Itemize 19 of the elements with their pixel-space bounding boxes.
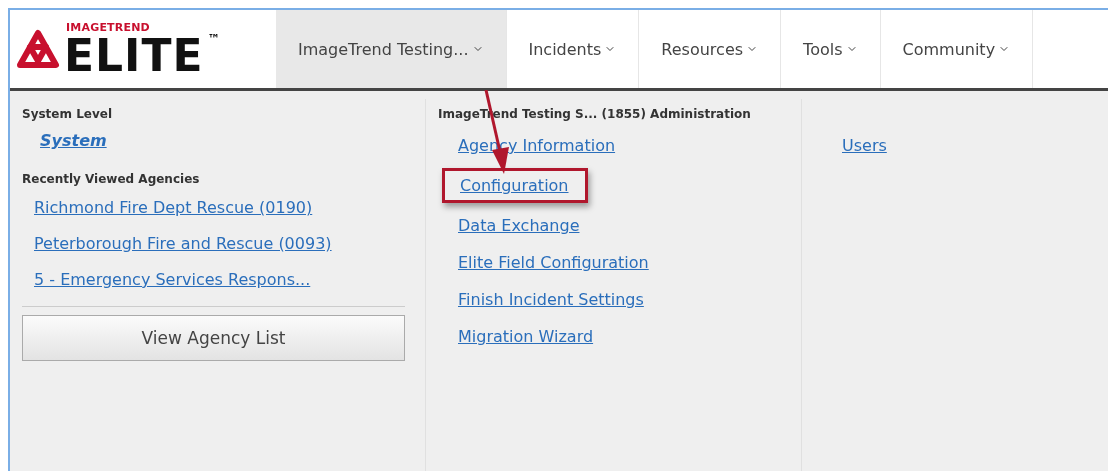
admin-link[interactable]: Migration Wizard	[458, 327, 594, 346]
admin-link[interactable]: Data Exchange	[458, 216, 580, 235]
logo[interactable]: IMAGETREND ELITE™	[10, 10, 276, 88]
admin-link[interactable]: Finish Incident Settings	[458, 290, 644, 309]
nav-menu-item[interactable]: ImageTrend Testing...	[276, 10, 507, 88]
logo-icon	[16, 29, 60, 69]
admin-link[interactable]: Elite Field Configuration	[458, 253, 649, 272]
agency-link[interactable]: Peterborough Fire and Rescue (0093)	[34, 234, 332, 253]
view-agency-list-button[interactable]: View Agency List	[22, 315, 405, 361]
trademark: ™	[207, 32, 220, 46]
agency-link[interactable]: Richmond Fire Dept Rescue (0190)	[34, 198, 313, 217]
section-heading: Recently Viewed Agencies	[22, 172, 201, 186]
logo-brand: IMAGETREND	[66, 20, 151, 34]
logo-product: ELITE	[64, 33, 204, 78]
system-link[interactable]: System	[40, 131, 107, 150]
users-link[interactable]: Users	[842, 136, 887, 155]
agency-link[interactable]: 5 - Emergency Services Respons...	[34, 270, 311, 289]
highlighted-link[interactable]: Configuration	[442, 168, 588, 203]
section-heading: System Level	[22, 107, 114, 121]
